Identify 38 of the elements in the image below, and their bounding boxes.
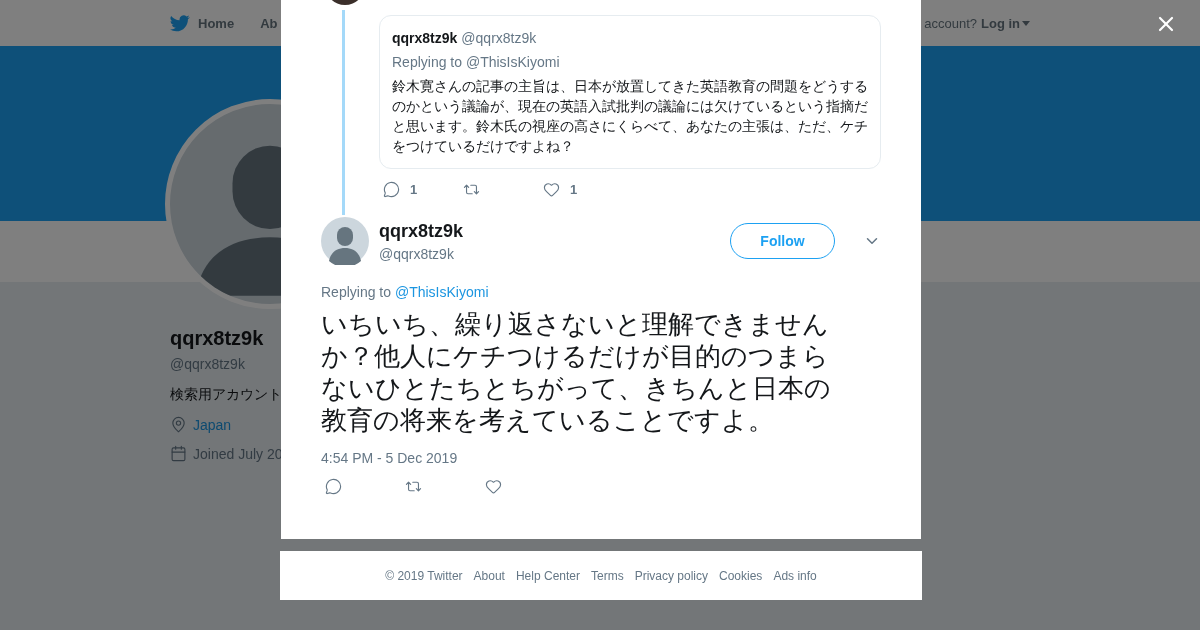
reply-icon — [383, 181, 400, 198]
location-pin-icon — [170, 416, 187, 433]
replying-to-line: Replying to @ThisIsKiyomi — [392, 54, 561, 70]
reply-icon — [325, 478, 342, 495]
user-handle: @qqrx8tz9k — [461, 30, 537, 46]
heart-icon — [543, 181, 560, 198]
heart-icon — [485, 478, 502, 495]
footer-link[interactable]: © 2019 Twitter — [385, 568, 463, 583]
footer-link[interactable]: Privacy policy — [634, 568, 708, 583]
login-link[interactable]: Log in — [981, 15, 1030, 31]
bird-icon — [170, 14, 190, 32]
action-count: 1 — [410, 182, 418, 197]
footer-link[interactable]: Cookies — [719, 568, 763, 583]
user-avatar — [321, 217, 369, 265]
caret-icon — [1022, 20, 1030, 26]
mention-link[interactable]: @ThisIsKiyomi — [394, 284, 489, 300]
calendar-icon — [170, 445, 187, 462]
user-name: qqrx8tz9k — [392, 30, 458, 46]
account-prompt: account? — [924, 15, 977, 31]
like-button[interactable]: 1 — [539, 181, 619, 198]
nav-link[interactable]: Home — [170, 14, 235, 32]
footer-link[interactable]: Help Center — [515, 568, 580, 583]
follow-button[interactable]: Follow — [730, 223, 835, 259]
reply-button[interactable]: 1 — [379, 181, 459, 198]
tweet-text: いちいち、繰り返さないと理解できませんか？他人にケチつけるだけが目的のつまらないひとたちとちがって、きちんと日本の教育の将来を考えていることですよ。 — [321, 308, 832, 436]
user-handle: @qqrx8tz9k — [379, 245, 455, 262]
tweet-text: 鈴木寛さんの記事の主旨は、日本が放置してきた英語教育の問題をどうするのかという議論が、現在の英語入試批判の議論には欠けているという指摘だと思います。鈴木氏の視座の高さにくらべて、あなたの主張は、ただ、ケチをつけているだけですよね？ — [392, 77, 868, 156]
profile-name: qqrx8tz9k — [170, 327, 264, 350]
profile-bio: 検索用アカウント — [170, 386, 282, 404]
user-name: qqrx8tz9k — [379, 220, 465, 242]
footer-link[interactable]: Terms — [591, 568, 624, 583]
footer-link[interactable]: About — [473, 568, 505, 583]
tweet-timestamp: 4:54 PM - 5 Dec 2019 — [321, 450, 459, 466]
nav-link[interactable]: Ab — [260, 15, 278, 31]
profile-handle: @qqrx8tz9k — [170, 356, 245, 372]
replying-to-line: Replying to @ThisIsKiyomi — [321, 284, 490, 300]
action-count: 1 — [570, 182, 578, 197]
footer-link[interactable]: Ads info — [773, 568, 817, 583]
